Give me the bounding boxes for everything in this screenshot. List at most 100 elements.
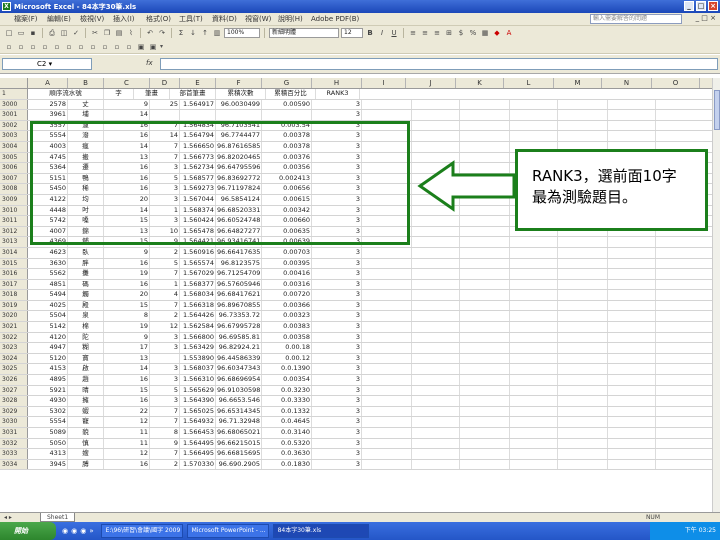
table-cell[interactable]: 5120 [28,353,68,364]
table-cell[interactable]: 5504 [28,311,68,322]
row-header[interactable]: 3018 [0,290,28,300]
empty-cell[interactable] [412,406,460,417]
empty-cell[interactable] [510,459,558,470]
empty-cell[interactable] [608,99,656,110]
empty-cell[interactable] [558,300,608,311]
table-cell[interactable]: 3945 [28,459,68,470]
empty-cell[interactable] [460,364,510,375]
empty-cell[interactable] [460,300,510,311]
table-cell[interactable]: 慎 [68,438,104,449]
table-cell[interactable]: 0.00720 [262,290,312,300]
empty-cell[interactable] [510,110,558,120]
empty-cell[interactable] [362,385,412,396]
table-cell[interactable]: 3 [312,385,362,396]
percent-icon[interactable]: % [468,28,478,38]
table-cell[interactable]: 4025 [28,300,68,311]
empty-cell[interactable] [608,258,656,269]
empty-cell[interactable] [558,396,608,406]
table-cell[interactable]: 96.82924.21 [216,343,262,353]
empty-cell[interactable] [558,110,608,120]
empty-cell[interactable] [558,269,608,279]
table-cell[interactable]: 碼 [68,279,104,290]
empty-cell[interactable] [558,417,608,427]
font-size-select[interactable]: 12 [341,28,363,38]
table-cell[interactable]: 1.565025 [180,406,216,417]
table-cell[interactable]: 0.0.3230 [262,385,312,396]
empty-cell[interactable] [412,428,460,438]
toolbar-icon-5[interactable]: ▫ [52,42,62,52]
empty-cell[interactable] [510,290,558,300]
fx-icon[interactable]: fx [146,59,153,67]
table-cell[interactable]: 9 [104,247,150,258]
column-header[interactable]: A [28,78,68,88]
toolbar-icon-3[interactable]: ▫ [28,42,38,52]
table-cell[interactable]: 96.69585.81 [216,332,262,343]
borders-icon[interactable]: ▦ [480,28,490,38]
empty-cell[interactable] [460,141,510,152]
empty-cell[interactable] [460,311,510,322]
empty-cell[interactable] [608,311,656,322]
name-box[interactable]: C2 ▾ [2,58,92,70]
table-cell[interactable]: 0.00.12 [262,353,312,364]
empty-cell[interactable] [510,120,558,131]
empty-cell[interactable] [558,311,608,322]
row-header[interactable]: 3013 [0,237,28,247]
row-header[interactable]: 3009 [0,194,28,205]
table-cell[interactable]: 1.565629 [180,385,216,396]
row-header[interactable]: 3011 [0,216,28,226]
empty-cell[interactable] [460,216,510,226]
table-cell[interactable]: 3 [150,364,180,375]
table-cell[interactable]: 0.0.1390 [262,364,312,375]
format-painter-icon[interactable]: ⌇ [126,28,136,38]
table-cell[interactable]: 14 [104,110,150,120]
empty-cell[interactable] [412,322,460,332]
table-cell[interactable]: 4153 [28,364,68,375]
empty-cell[interactable] [608,364,656,375]
column-header[interactable]: M [554,78,602,88]
header-cell[interactable]: 筆畫 [134,89,170,99]
table-cell[interactable]: 4930 [28,396,68,406]
table-cell[interactable]: 0.0.1332 [262,406,312,417]
table-cell[interactable]: 16 [104,459,150,470]
table-cell[interactable]: 0.00354 [262,375,312,385]
chart-icon[interactable]: ▥ [212,28,222,38]
row-header[interactable]: 3000 [0,99,28,110]
empty-cell[interactable] [460,417,510,427]
menu-edit[interactable]: 編輯(E) [47,14,80,24]
table-cell[interactable]: 7 [150,300,180,311]
empty-cell[interactable] [608,110,656,120]
minimize-button[interactable]: _ [684,1,694,11]
table-cell[interactable]: 96.690.2905 [216,459,262,470]
table-cell[interactable]: 14 [104,364,150,375]
empty-cell[interactable] [412,449,460,459]
table-cell[interactable]: 陀 [68,332,104,343]
row-header[interactable]: 3015 [0,258,28,269]
empty-cell[interactable] [558,449,608,459]
row-header[interactable]: 3003 [0,131,28,141]
align-center-icon[interactable]: ≡ [420,28,430,38]
empty-cell[interactable] [362,375,412,385]
empty-cell[interactable] [362,459,412,470]
toolbar-icon-4[interactable]: ▫ [40,42,50,52]
toolbar-icon-9[interactable]: ▫ [100,42,110,52]
empty-cell[interactable] [608,269,656,279]
table-cell[interactable]: 0.00590 [262,99,312,110]
empty-cell[interactable] [510,279,558,290]
table-cell[interactable]: 3 [150,375,180,385]
empty-cell[interactable] [608,131,656,141]
table-cell[interactable]: 96.73353.72 [216,311,262,322]
table-cell[interactable]: 3 [312,332,362,343]
scrollbar-thumb[interactable] [714,90,720,130]
menu-tools[interactable]: 工具(T) [179,14,212,24]
mdi-controls[interactable]: _ □ × [696,14,716,22]
empty-cell[interactable] [362,311,412,322]
row-header[interactable]: 3025 [0,364,28,375]
table-cell[interactable] [216,110,262,120]
table-cell[interactable]: 96.44586339 [216,353,262,364]
column-header[interactable]: E [180,78,216,88]
table-cell[interactable]: 1.568377 [180,279,216,290]
empty-cell[interactable] [412,269,460,279]
table-cell[interactable]: 3 [312,449,362,459]
table-cell[interactable]: 11 [104,428,150,438]
table-cell[interactable]: 9 [150,438,180,449]
